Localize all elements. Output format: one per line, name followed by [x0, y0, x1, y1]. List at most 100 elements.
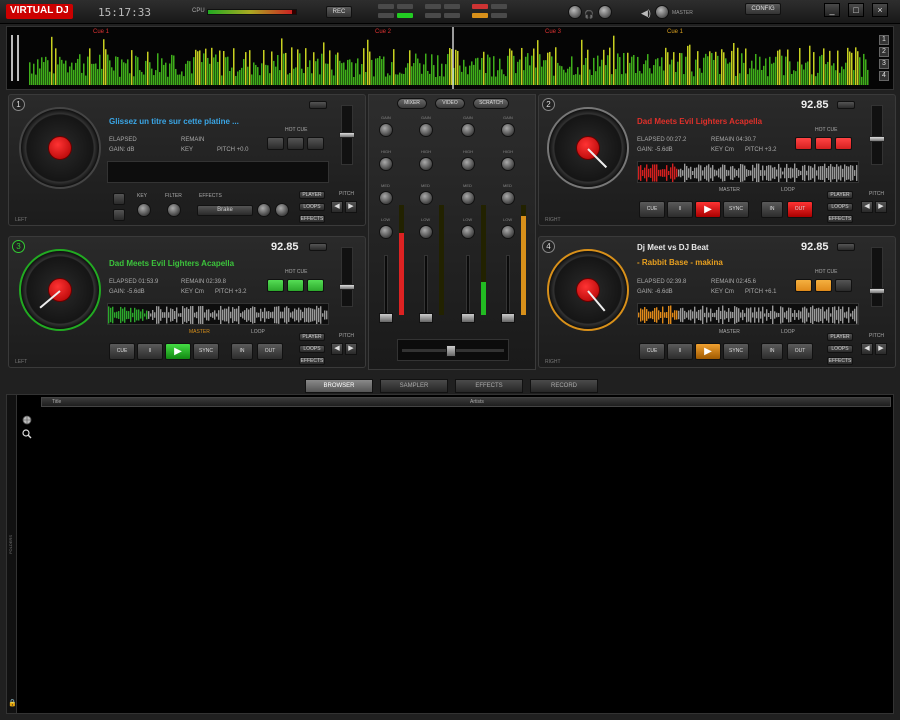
config-button[interactable]: CONFIG — [745, 3, 781, 15]
hot-cue-1-button[interactable] — [795, 137, 812, 150]
master-volume-knob[interactable] — [655, 5, 669, 19]
filter-knob[interactable] — [167, 203, 181, 217]
eq-low-knob[interactable] — [379, 225, 393, 239]
sync-button[interactable]: SYNC — [723, 201, 749, 218]
led[interactable] — [378, 4, 394, 9]
pitch-slider[interactable] — [339, 105, 355, 165]
loop-in-button[interactable]: IN — [761, 201, 783, 218]
channel-fader-handle[interactable] — [501, 313, 515, 323]
jog-wheel[interactable] — [19, 249, 101, 331]
hot-cue-3-button[interactable] — [835, 279, 852, 292]
loops-button[interactable]: LOOPS — [827, 203, 853, 211]
loop-out-button[interactable]: OUT — [787, 343, 813, 360]
hot-cue-2-button[interactable] — [287, 279, 304, 292]
effects-button[interactable]: EFFECTS — [827, 215, 853, 223]
pause-button[interactable]: II — [667, 201, 693, 218]
pitch-down-button[interactable]: ◀ — [861, 201, 873, 213]
channel-fader-handle[interactable] — [379, 313, 393, 323]
cue-button[interactable]: CUE — [639, 343, 665, 360]
pitch-down-button[interactable]: ◀ — [861, 343, 873, 355]
pitch-slider-handle[interactable] — [869, 136, 885, 142]
effects-button[interactable]: EFFECTS — [299, 215, 325, 223]
effect-param-2-knob[interactable] — [275, 203, 289, 217]
search-icon[interactable] — [22, 429, 32, 439]
play-button[interactable]: ▶ — [695, 201, 721, 218]
hot-cue-2-button[interactable] — [287, 137, 304, 150]
overview-deck-4-button[interactable]: 4 — [879, 71, 889, 81]
pitch-slider-handle[interactable] — [339, 132, 355, 138]
player-button[interactable]: PLAYER — [827, 191, 853, 199]
folders-panel[interactable]: FOLDERS 🔒 — [7, 395, 17, 713]
pitch-up-button[interactable]: ▶ — [875, 343, 887, 355]
overview-deck-2-button[interactable]: 2 — [879, 47, 889, 57]
deck-selector-leds[interactable] — [378, 4, 528, 21]
loops-button[interactable]: LOOPS — [299, 345, 325, 353]
pitch-slider[interactable] — [869, 247, 885, 307]
track-waveform[interactable] — [637, 303, 859, 325]
loop-in-button[interactable]: IN — [761, 343, 783, 360]
eq-gain-knob[interactable] — [461, 123, 475, 137]
eq-gain-knob[interactable] — [379, 123, 393, 137]
eq-gain-knob[interactable] — [419, 123, 433, 137]
pitch-down-button[interactable]: ◀ — [331, 201, 343, 213]
effect-param-1-knob[interactable] — [257, 203, 271, 217]
cue-button[interactable]: CUE — [639, 201, 665, 218]
column-artists[interactable]: Artists — [470, 399, 484, 405]
eq-med-knob[interactable] — [461, 191, 475, 205]
player-button[interactable]: PLAYER — [299, 333, 325, 341]
hot-cue-2-button[interactable] — [815, 137, 832, 150]
loops-button[interactable]: LOOPS — [299, 203, 325, 211]
channel-fader-handle[interactable] — [461, 313, 475, 323]
sync-button[interactable]: SYNC — [723, 343, 749, 360]
cue-button[interactable]: CUE — [109, 343, 135, 360]
player-button[interactable]: PLAYER — [299, 191, 325, 199]
deck-number[interactable]: 2 — [542, 98, 555, 111]
track-waveform-empty[interactable] — [107, 161, 329, 183]
pitch-slider[interactable] — [869, 105, 885, 165]
hot-cue-2-button[interactable] — [815, 279, 832, 292]
play-button[interactable]: ▶ — [165, 343, 191, 360]
track-waveform[interactable] — [637, 161, 859, 183]
led-active-red[interactable] — [472, 4, 488, 9]
play-button[interactable]: ▶ — [695, 343, 721, 360]
pitch-up-button[interactable]: ▶ — [345, 343, 357, 355]
pause-button[interactable]: II — [137, 343, 163, 360]
led-active-green[interactable] — [397, 13, 413, 18]
pitch-slider-handle[interactable] — [869, 288, 885, 294]
eq-med-knob[interactable] — [419, 191, 433, 205]
led-active-orange[interactable] — [472, 13, 488, 18]
deck-number[interactable]: 3 — [12, 240, 25, 253]
deck-menu-button[interactable] — [309, 243, 327, 251]
overview-deck-3-button[interactable]: 3 — [879, 59, 889, 69]
rec-button[interactable]: REC — [326, 6, 352, 18]
channel-fader[interactable] — [424, 255, 428, 315]
hot-cue-3-button[interactable] — [307, 137, 324, 150]
rhythm-overview[interactable]: Cue 1 Cue 2 Cue 3 Cue 1 1 2 3 4 — [6, 26, 894, 90]
track-waveform[interactable] — [107, 303, 329, 325]
eq-gain-knob[interactable] — [501, 123, 515, 137]
pitch-down-button[interactable]: ◀ — [331, 343, 343, 355]
jog-wheel[interactable] — [19, 107, 101, 189]
deck-menu-button[interactable] — [837, 101, 855, 109]
maximize-button[interactable]: □ — [848, 3, 864, 17]
hot-cue-1-button[interactable] — [267, 137, 284, 150]
pause-button[interactable]: II — [667, 343, 693, 360]
hot-cue-3-button[interactable] — [835, 137, 852, 150]
hot-cue-1-button[interactable] — [795, 279, 812, 292]
deck-menu-button[interactable] — [309, 101, 327, 109]
channel-fader-handle[interactable] — [419, 313, 433, 323]
hot-cue-1-button[interactable] — [267, 279, 284, 292]
led[interactable] — [397, 4, 413, 9]
headphone-mix-knob[interactable] — [598, 5, 612, 19]
eq-low-knob[interactable] — [419, 225, 433, 239]
led[interactable] — [425, 13, 441, 18]
key-knob[interactable] — [137, 203, 151, 217]
effect-select[interactable]: Brake — [197, 205, 253, 216]
column-title[interactable]: Title — [52, 399, 61, 405]
crossfader[interactable] — [397, 339, 509, 361]
led[interactable] — [444, 4, 460, 9]
loop-in-button[interactable]: IN — [231, 343, 253, 360]
loop-out-button[interactable]: OUT — [787, 201, 813, 218]
tab-mixer[interactable]: MIXER — [397, 98, 427, 109]
deck-number[interactable]: 4 — [542, 240, 555, 253]
